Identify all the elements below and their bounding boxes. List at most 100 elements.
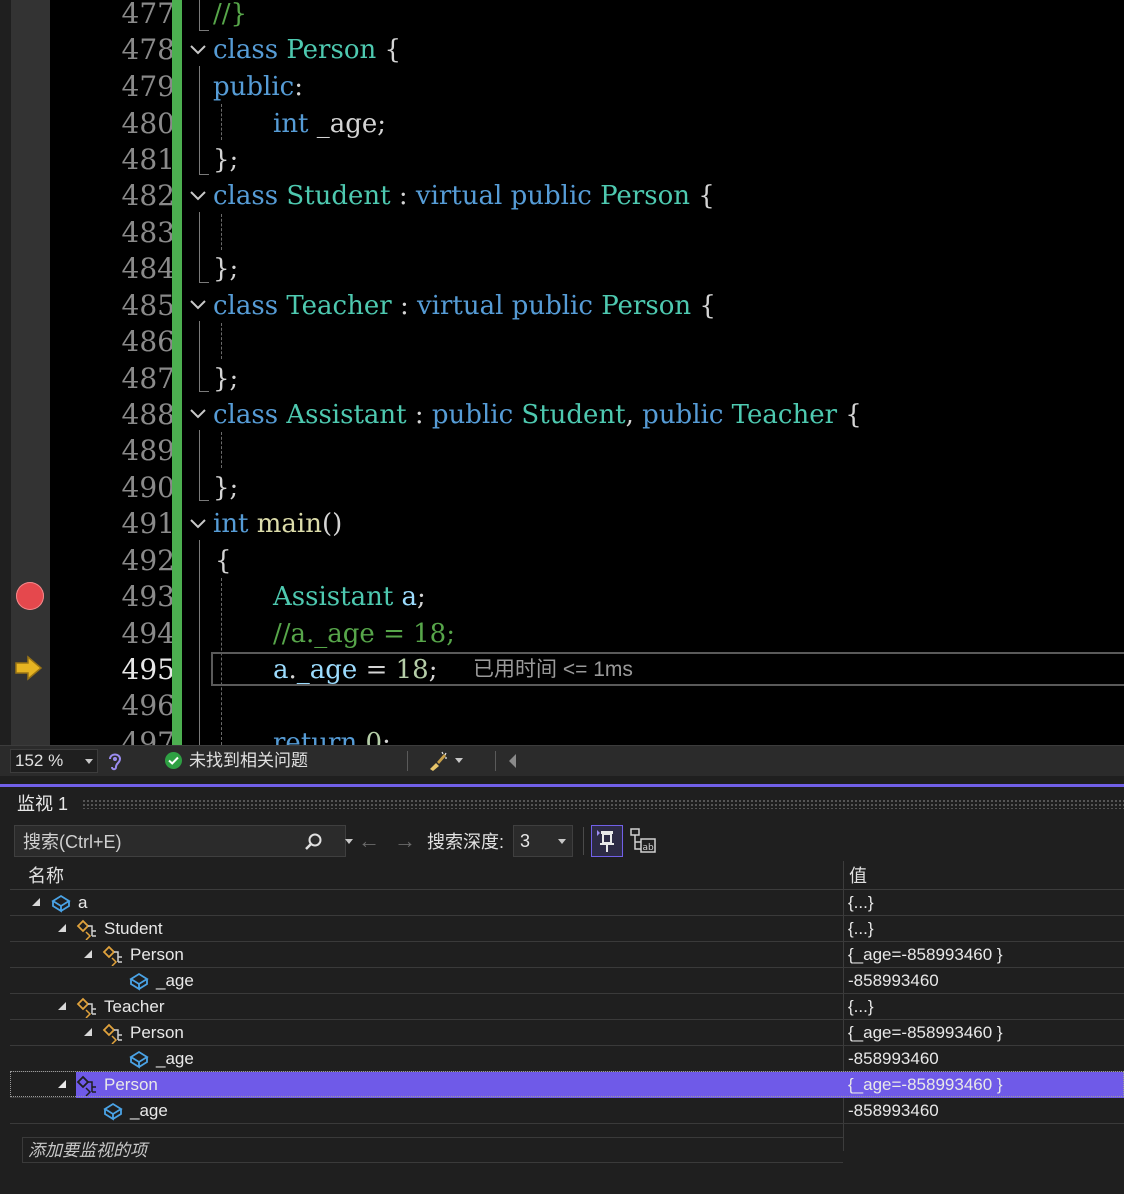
title-grip[interactable] [82, 799, 1124, 809]
zoom-dropdown[interactable]: 152 % [10, 749, 98, 773]
watch-row[interactable]: _age -858993460 [10, 1046, 1124, 1072]
line-number: 487 [121, 362, 175, 395]
line-number: 483 [121, 216, 175, 249]
code-line-478[interactable]: class Person { [213, 32, 401, 68]
chevron-down-icon[interactable] [345, 839, 353, 844]
code-line-477[interactable]: //} [213, 0, 247, 32]
watch-row[interactable]: _age -858993460 [10, 968, 1124, 994]
code-line-490[interactable]: }; [213, 470, 238, 506]
expanded-triangle-icon[interactable] [58, 1080, 66, 1088]
variable-token: _age [296, 655, 358, 685]
keyword-token: public [213, 72, 295, 102]
code-line-497[interactable]: return 0; [273, 725, 391, 745]
watch-row[interactable]: a {...} [10, 890, 1124, 916]
chevron-down-icon [85, 759, 93, 764]
code-editor[interactable]: 477 478 479 480 481 482 483 484 485 486 … [0, 0, 1124, 745]
code-line-491[interactable]: int main() [213, 506, 342, 542]
chevron-down-icon [558, 839, 566, 844]
hex-display-icon[interactable]: ab [629, 827, 657, 855]
line-number: 480 [121, 107, 175, 140]
expanded-triangle-icon[interactable] [58, 1002, 66, 1010]
watch-row-selected[interactable]: Person {_age=-858993460 } [10, 1072, 1124, 1098]
zoom-value: 152 % [15, 751, 64, 770]
punct-token: : [391, 291, 417, 321]
perf-tip[interactable]: 已用时间 <= 1ms [473, 655, 633, 685]
search-icon[interactable] [303, 832, 323, 852]
field-icon [129, 972, 149, 991]
add-watch-placeholder[interactable]: 添加要监视的项 [28, 1139, 147, 1163]
code-line-480[interactable]: int _age; [273, 106, 386, 142]
number-token: 18 [395, 655, 429, 685]
line-number: 491 [121, 507, 175, 540]
watch-name: a [78, 893, 88, 912]
search-depth-dropdown[interactable]: 3 [513, 825, 573, 857]
add-watch-row[interactable]: 添加要监视的项 [22, 1137, 843, 1163]
collapse-chevron-icon[interactable] [188, 404, 208, 424]
current-statement-arrow-icon[interactable] [14, 654, 44, 682]
watch-window-title[interactable]: 监视 1 [17, 793, 68, 815]
expanded-triangle-icon[interactable] [58, 924, 66, 932]
code-line-487[interactable]: }; [213, 361, 238, 397]
expanded-triangle-icon[interactable] [84, 1028, 92, 1036]
watch-row[interactable]: Person {_age=-858993460 } [10, 1020, 1124, 1046]
pin-button[interactable] [591, 825, 623, 857]
watch-row[interactable]: Teacher {...} [10, 994, 1124, 1020]
punct-token: }; [213, 473, 239, 503]
watch-name: Student [104, 919, 163, 938]
column-header-value[interactable]: 值 [849, 865, 867, 887]
issues-status[interactable]: 未找到相关问题 [189, 750, 308, 772]
code-line-485[interactable]: class Teacher : virtual public Person { [213, 288, 716, 324]
status-separator [495, 751, 496, 771]
outline-guide [199, 174, 209, 175]
punct-token: { [376, 35, 402, 65]
code-line-492[interactable]: { [215, 543, 232, 579]
code-line-482[interactable]: class Student : virtual public Person { [213, 178, 715, 214]
chevron-down-icon[interactable] [455, 758, 463, 763]
code-line-494[interactable]: //a._age = 18; [273, 616, 455, 652]
search-back-button[interactable]: ← [358, 829, 380, 853]
indent-guide [221, 214, 222, 250]
search-input[interactable] [15, 826, 305, 858]
field-icon [103, 1102, 123, 1121]
watch-name: Teacher [104, 997, 165, 1016]
punct-token: : [390, 181, 416, 211]
line-number: 485 [121, 289, 175, 322]
code-line-479[interactable]: public: [213, 69, 303, 105]
expanded-triangle-icon[interactable] [32, 898, 40, 906]
collapse-chevron-icon[interactable] [188, 186, 208, 206]
watch-value: {_age=-858993460 } [848, 1075, 1003, 1094]
field-icon [129, 1050, 149, 1069]
punct-token: , [625, 400, 643, 430]
code-line-484[interactable]: }; [213, 251, 238, 287]
breakpoint-icon[interactable] [16, 582, 44, 610]
search-box[interactable] [14, 825, 353, 858]
outline-guide [199, 321, 200, 391]
code-line-493[interactable]: Assistant a; [273, 579, 426, 615]
scroll-left-icon[interactable] [509, 754, 516, 768]
code-cleanup-brush-icon[interactable] [427, 750, 449, 772]
pin-icon [597, 830, 614, 852]
watch-row[interactable]: Person {_age=-858993460 } [10, 942, 1124, 968]
code-line-495[interactable]: a._age = 18; [273, 652, 438, 688]
watch-row[interactable]: Student {...} [10, 916, 1124, 942]
collapse-chevron-icon[interactable] [188, 514, 208, 534]
base-class-icon [76, 997, 96, 1018]
keyword-token: class [213, 400, 279, 430]
expanded-triangle-icon[interactable] [84, 950, 92, 958]
watch-value: -858993460 [848, 971, 939, 990]
comment-token: //} [213, 0, 248, 29]
ear-icon[interactable] [104, 749, 126, 773]
outline-guide [199, 30, 209, 31]
check-circle-icon[interactable] [165, 752, 182, 769]
search-forward-button[interactable]: → [394, 829, 416, 853]
code-line-488[interactable]: class Assistant : public Student, public… [213, 397, 862, 433]
glyph-margin[interactable] [11, 0, 50, 745]
watch-grid-header: 名称 值 [10, 861, 1124, 890]
collapse-chevron-icon[interactable] [188, 40, 208, 60]
collapse-chevron-icon[interactable] [188, 295, 208, 315]
watch-row[interactable]: _age -858993460 [10, 1098, 1124, 1124]
code-line-481[interactable]: }; [213, 142, 238, 178]
punct-token: ; [428, 655, 438, 685]
column-header-name[interactable]: 名称 [28, 865, 64, 887]
type-token: Person [286, 35, 377, 65]
